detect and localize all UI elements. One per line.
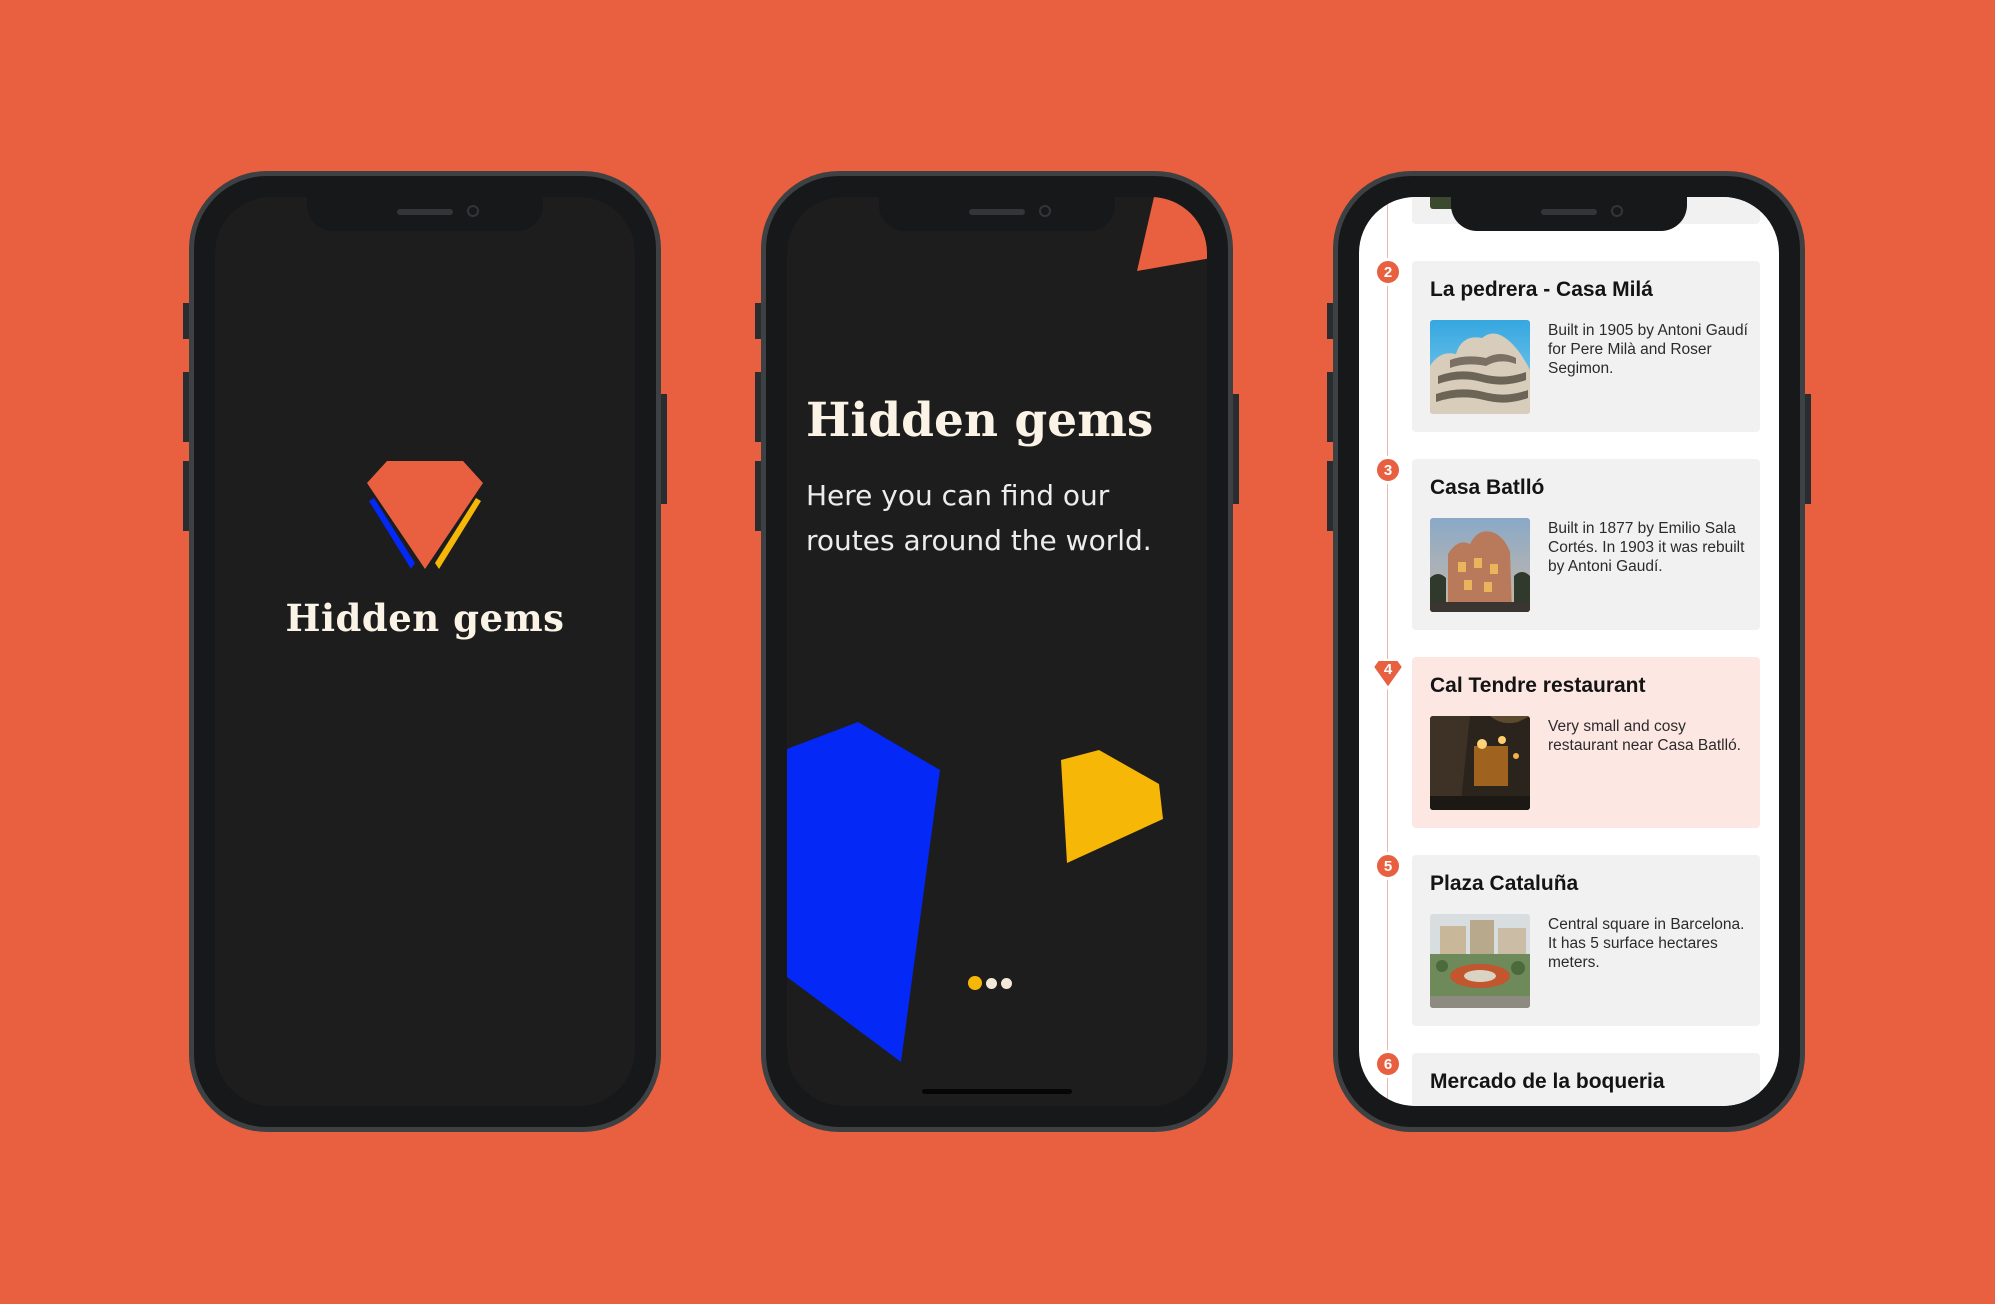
route-card-title: Cal Tendre restaurant — [1430, 674, 1646, 697]
power-button — [661, 394, 667, 504]
orange-shape-decoration — [1137, 197, 1207, 271]
pagination-dot-1[interactable] — [968, 976, 982, 990]
route-list-screen[interactable]: 2 La pedrera - Casa Milá Built in 1905 b… — [1359, 197, 1779, 1106]
route-card-title: Plaza Cataluña — [1430, 872, 1579, 895]
route-step-marker: 6 — [1374, 1050, 1402, 1078]
volume-up-button — [183, 372, 189, 442]
route-card-description: Central square in Barcelona. It has 5 su… — [1548, 916, 1745, 971]
volume-down-button — [183, 461, 189, 531]
power-button — [1805, 394, 1811, 504]
onboarding-screen[interactable]: Hidden gems Here you can find our routes… — [787, 197, 1207, 1106]
blue-shape-decoration — [787, 722, 940, 1062]
route-card-description: Very small and cosy restaurant near Casa… — [1548, 718, 1741, 754]
volume-up-button — [755, 372, 761, 442]
phone-splash: Hidden gems — [183, 171, 667, 1132]
mute-switch — [755, 303, 761, 339]
route-step-marker: 4 — [1383, 660, 1393, 678]
route-card[interactable]: Casa Batlló Built in 1877 by Emilio Sala — [1412, 459, 1760, 630]
home-indicator[interactable] — [922, 1089, 1072, 1094]
gem-icon — [367, 461, 483, 569]
route-card-description: Built in 1905 by Antoni Gaudí for Pere M… — [1548, 322, 1748, 377]
power-button — [1233, 394, 1239, 504]
pagination-dot-2[interactable] — [986, 977, 997, 989]
yellow-shape-decoration — [1061, 750, 1163, 863]
location-photo — [1430, 518, 1530, 612]
notch — [1451, 197, 1687, 231]
route-step-marker: 2 — [1374, 258, 1402, 286]
splash-screen[interactable]: Hidden gems — [215, 197, 635, 1106]
volume-up-button — [1327, 372, 1333, 442]
route-step-marker: 3 — [1374, 456, 1402, 484]
pagination-dots[interactable] — [968, 976, 1012, 990]
camera — [1611, 205, 1623, 217]
route-card-highlighted[interactable]: Cal Tendre restaurant Very small and cos… — [1412, 657, 1760, 828]
volume-down-button — [1327, 461, 1333, 531]
route-card[interactable]: Mercado de la boqueria — [1412, 1053, 1760, 1106]
route-card[interactable]: Plaza Cataluña Central square in Barcelo… — [1412, 855, 1760, 1026]
speaker — [397, 209, 453, 215]
app-title: Hidden gems — [285, 596, 565, 640]
phone-onboarding: Hidden gems Here you can find our routes… — [755, 171, 1239, 1132]
notch — [879, 197, 1115, 231]
route-step-marker: 5 — [1374, 852, 1402, 880]
camera — [1039, 205, 1051, 217]
route-card[interactable]: La pedrera - Casa Milá Built in 1905 by … — [1412, 261, 1760, 432]
volume-down-button — [755, 461, 761, 531]
route-card-description: Built in 1877 by Emilio Sala Cortés. In … — [1548, 520, 1745, 575]
route-card-title: Mercado de la boqueria — [1430, 1070, 1665, 1093]
route-timeline — [1387, 197, 1388, 1106]
speaker — [969, 209, 1025, 215]
phone-route-list: 2 La pedrera - Casa Milá Built in 1905 b… — [1327, 171, 1811, 1132]
location-photo — [1430, 716, 1530, 810]
mute-switch — [183, 303, 189, 339]
onboarding-subtitle: Here you can find our routes around the … — [806, 479, 1152, 557]
route-card-title: Casa Batlló — [1430, 476, 1545, 499]
speaker — [1541, 209, 1597, 215]
pagination-dot-3[interactable] — [1001, 977, 1012, 989]
camera — [467, 205, 479, 217]
notch — [307, 197, 543, 231]
onboarding-title: Hidden gems — [806, 393, 1154, 448]
location-photo — [1430, 320, 1530, 414]
route-card-title: La pedrera - Casa Milá — [1430, 278, 1653, 301]
location-photo — [1430, 914, 1530, 1008]
mute-switch — [1327, 303, 1333, 339]
